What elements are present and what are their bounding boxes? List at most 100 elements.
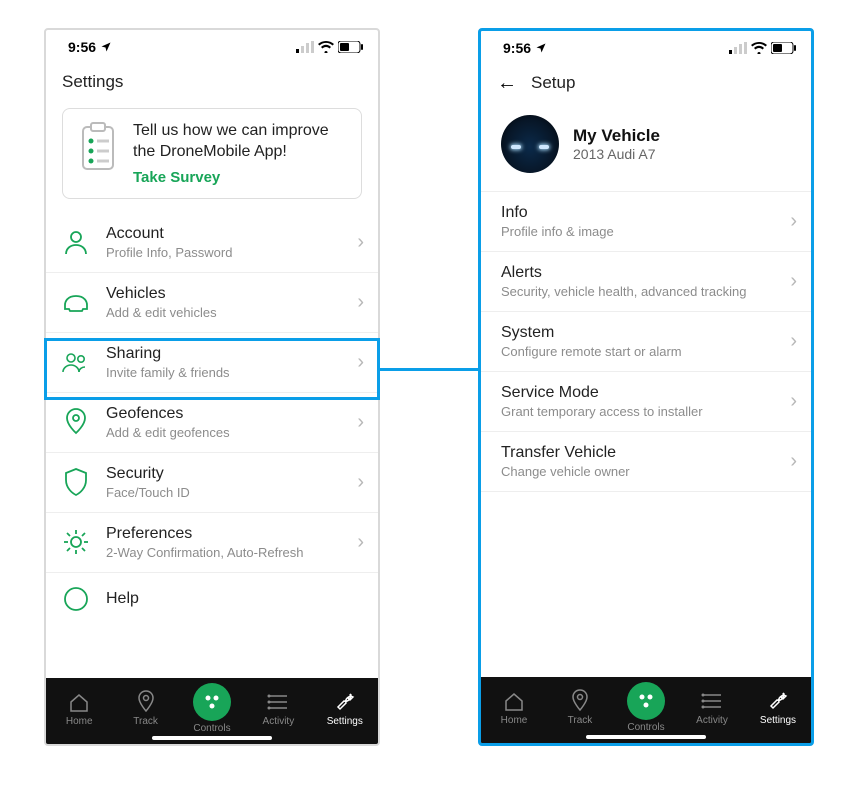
phone-settings: 9:56 Settings Tell us how we can improve… bbox=[44, 28, 380, 746]
chevron-right-icon: › bbox=[790, 330, 797, 353]
row-geofences[interactable]: Geofences Add & edit geofences › bbox=[46, 393, 378, 453]
back-arrow-icon[interactable]: ← bbox=[497, 73, 517, 93]
tab-label: Settings bbox=[327, 716, 363, 727]
controls-icon bbox=[193, 683, 231, 721]
survey-text: Tell us how we can improve the DroneMobi… bbox=[133, 121, 347, 163]
tab-label: Home bbox=[501, 715, 528, 726]
row-sub: 2-Way Confirmation, Auto-Refresh bbox=[106, 545, 343, 560]
home-icon bbox=[68, 690, 90, 714]
survey-body: Tell us how we can improve the DroneMobi… bbox=[133, 121, 347, 186]
row-security[interactable]: Security Face/Touch ID › bbox=[46, 453, 378, 513]
row-label: Sharing bbox=[106, 345, 343, 363]
status-right bbox=[729, 42, 797, 54]
tab-label: Controls bbox=[627, 722, 664, 733]
tab-label: Track bbox=[568, 715, 593, 726]
tab-settings[interactable]: Settings bbox=[312, 690, 378, 727]
tab-controls[interactable]: Controls bbox=[613, 682, 679, 733]
tab-label: Track bbox=[133, 716, 158, 727]
tab-track[interactable]: Track bbox=[547, 689, 613, 726]
row-vehicles[interactable]: VehiclesAdd & edit vehicles › bbox=[46, 273, 378, 333]
chevron-right-icon: › bbox=[357, 531, 364, 554]
chevron-right-icon: › bbox=[357, 351, 364, 374]
settings-list: AccountProfile Info, Password › Vehicles… bbox=[46, 213, 378, 678]
tab-bar: Home Track Controls Activity Settings bbox=[481, 677, 811, 743]
row-sub: Add & edit vehicles bbox=[106, 305, 343, 320]
wifi-icon bbox=[751, 42, 767, 54]
help-icon bbox=[60, 583, 92, 615]
tab-track[interactable]: Track bbox=[112, 690, 178, 727]
tab-label: Settings bbox=[760, 715, 796, 726]
row-sub: Invite family & friends bbox=[106, 365, 343, 380]
page-header: ← Setup bbox=[481, 65, 811, 105]
row-sub: Face/Touch ID bbox=[106, 485, 343, 500]
tab-controls[interactable]: Controls bbox=[179, 683, 245, 734]
setup-list: InfoProfile info & image › Alerts Securit… bbox=[481, 191, 811, 677]
page-header: Settings bbox=[46, 64, 378, 104]
home-icon bbox=[503, 689, 525, 713]
row-sub: Add & edit geofences bbox=[106, 425, 343, 440]
row-account[interactable]: AccountProfile Info, Password › bbox=[46, 213, 378, 273]
vehicle-sub: 2013 Audi A7 bbox=[573, 146, 660, 162]
row-service-mode[interactable]: Service ModeGrant temporary access to in… bbox=[481, 372, 811, 432]
vehicle-name: My Vehicle bbox=[573, 126, 660, 146]
row-label: Alerts bbox=[501, 264, 776, 282]
battery-icon bbox=[338, 41, 364, 53]
chevron-right-icon: › bbox=[790, 450, 797, 473]
page-title: Settings bbox=[62, 72, 123, 92]
tab-label: Controls bbox=[193, 723, 230, 734]
wrench-icon bbox=[334, 690, 356, 714]
row-sub: Grant temporary access to installer bbox=[501, 404, 776, 419]
tab-activity[interactable]: Activity bbox=[679, 689, 745, 726]
row-sub: Security, vehicle health, advanced track… bbox=[501, 284, 776, 299]
tab-home[interactable]: Home bbox=[46, 690, 112, 727]
geofence-icon bbox=[60, 406, 92, 438]
phone-setup: 9:56 ← Setup My Vehicle 2013 Audi A7 Inf… bbox=[478, 28, 814, 746]
signal-icon bbox=[729, 42, 747, 54]
chevron-right-icon: › bbox=[357, 231, 364, 254]
row-help[interactable]: Help bbox=[46, 573, 378, 615]
shield-icon bbox=[60, 466, 92, 498]
row-label: Info bbox=[501, 204, 776, 222]
row-label: Preferences bbox=[106, 525, 343, 543]
row-label: Transfer Vehicle bbox=[501, 444, 776, 462]
home-indicator bbox=[152, 736, 272, 740]
track-icon bbox=[571, 689, 589, 713]
activity-icon bbox=[701, 689, 723, 713]
location-arrow-icon bbox=[535, 42, 547, 54]
row-transfer-vehicle[interactable]: Transfer Vehicle Change vehicle owner › bbox=[481, 432, 811, 492]
chevron-right-icon: › bbox=[357, 471, 364, 494]
time-text: 9:56 bbox=[503, 40, 531, 56]
survey-link[interactable]: Take Survey bbox=[133, 169, 347, 186]
row-label: Geofences bbox=[106, 405, 343, 423]
row-alerts[interactable]: Alerts Security, vehicle health, advanced… bbox=[481, 252, 811, 312]
track-icon bbox=[137, 690, 155, 714]
wrench-icon bbox=[767, 689, 789, 713]
connector-line bbox=[380, 368, 478, 371]
wifi-icon bbox=[318, 41, 334, 53]
vehicle-header[interactable]: My Vehicle 2013 Audi A7 bbox=[481, 105, 811, 191]
status-time: 9:56 bbox=[503, 40, 547, 56]
tab-home[interactable]: Home bbox=[481, 689, 547, 726]
chevron-right-icon: › bbox=[357, 411, 364, 434]
controls-icon bbox=[627, 682, 665, 720]
row-info[interactable]: InfoProfile info & image › bbox=[481, 192, 811, 252]
status-bar: 9:56 bbox=[46, 30, 378, 64]
tab-label: Home bbox=[66, 716, 93, 727]
tab-settings[interactable]: Settings bbox=[745, 689, 811, 726]
survey-card[interactable]: Tell us how we can improve the DroneMobi… bbox=[62, 108, 362, 199]
row-preferences[interactable]: Preferences 2-Way Confirmation, Auto-Refr… bbox=[46, 513, 378, 573]
chevron-right-icon: › bbox=[790, 210, 797, 233]
row-sharing[interactable]: Sharing Invite family & friends › bbox=[46, 333, 378, 393]
page-title: Setup bbox=[531, 73, 575, 93]
row-sub: Configure remote start or alarm bbox=[501, 344, 776, 359]
row-sub: Change vehicle owner bbox=[501, 464, 776, 479]
time-text: 9:56 bbox=[68, 39, 96, 55]
row-sub: Profile Info, Password bbox=[106, 245, 343, 260]
row-label: Vehicles bbox=[106, 285, 343, 303]
row-label: Security bbox=[106, 465, 343, 483]
home-indicator bbox=[586, 735, 706, 739]
tab-activity[interactable]: Activity bbox=[245, 690, 311, 727]
row-system[interactable]: SystemConfigure remote start or alarm › bbox=[481, 312, 811, 372]
vehicle-icon bbox=[60, 286, 92, 318]
tab-label: Activity bbox=[696, 715, 728, 726]
